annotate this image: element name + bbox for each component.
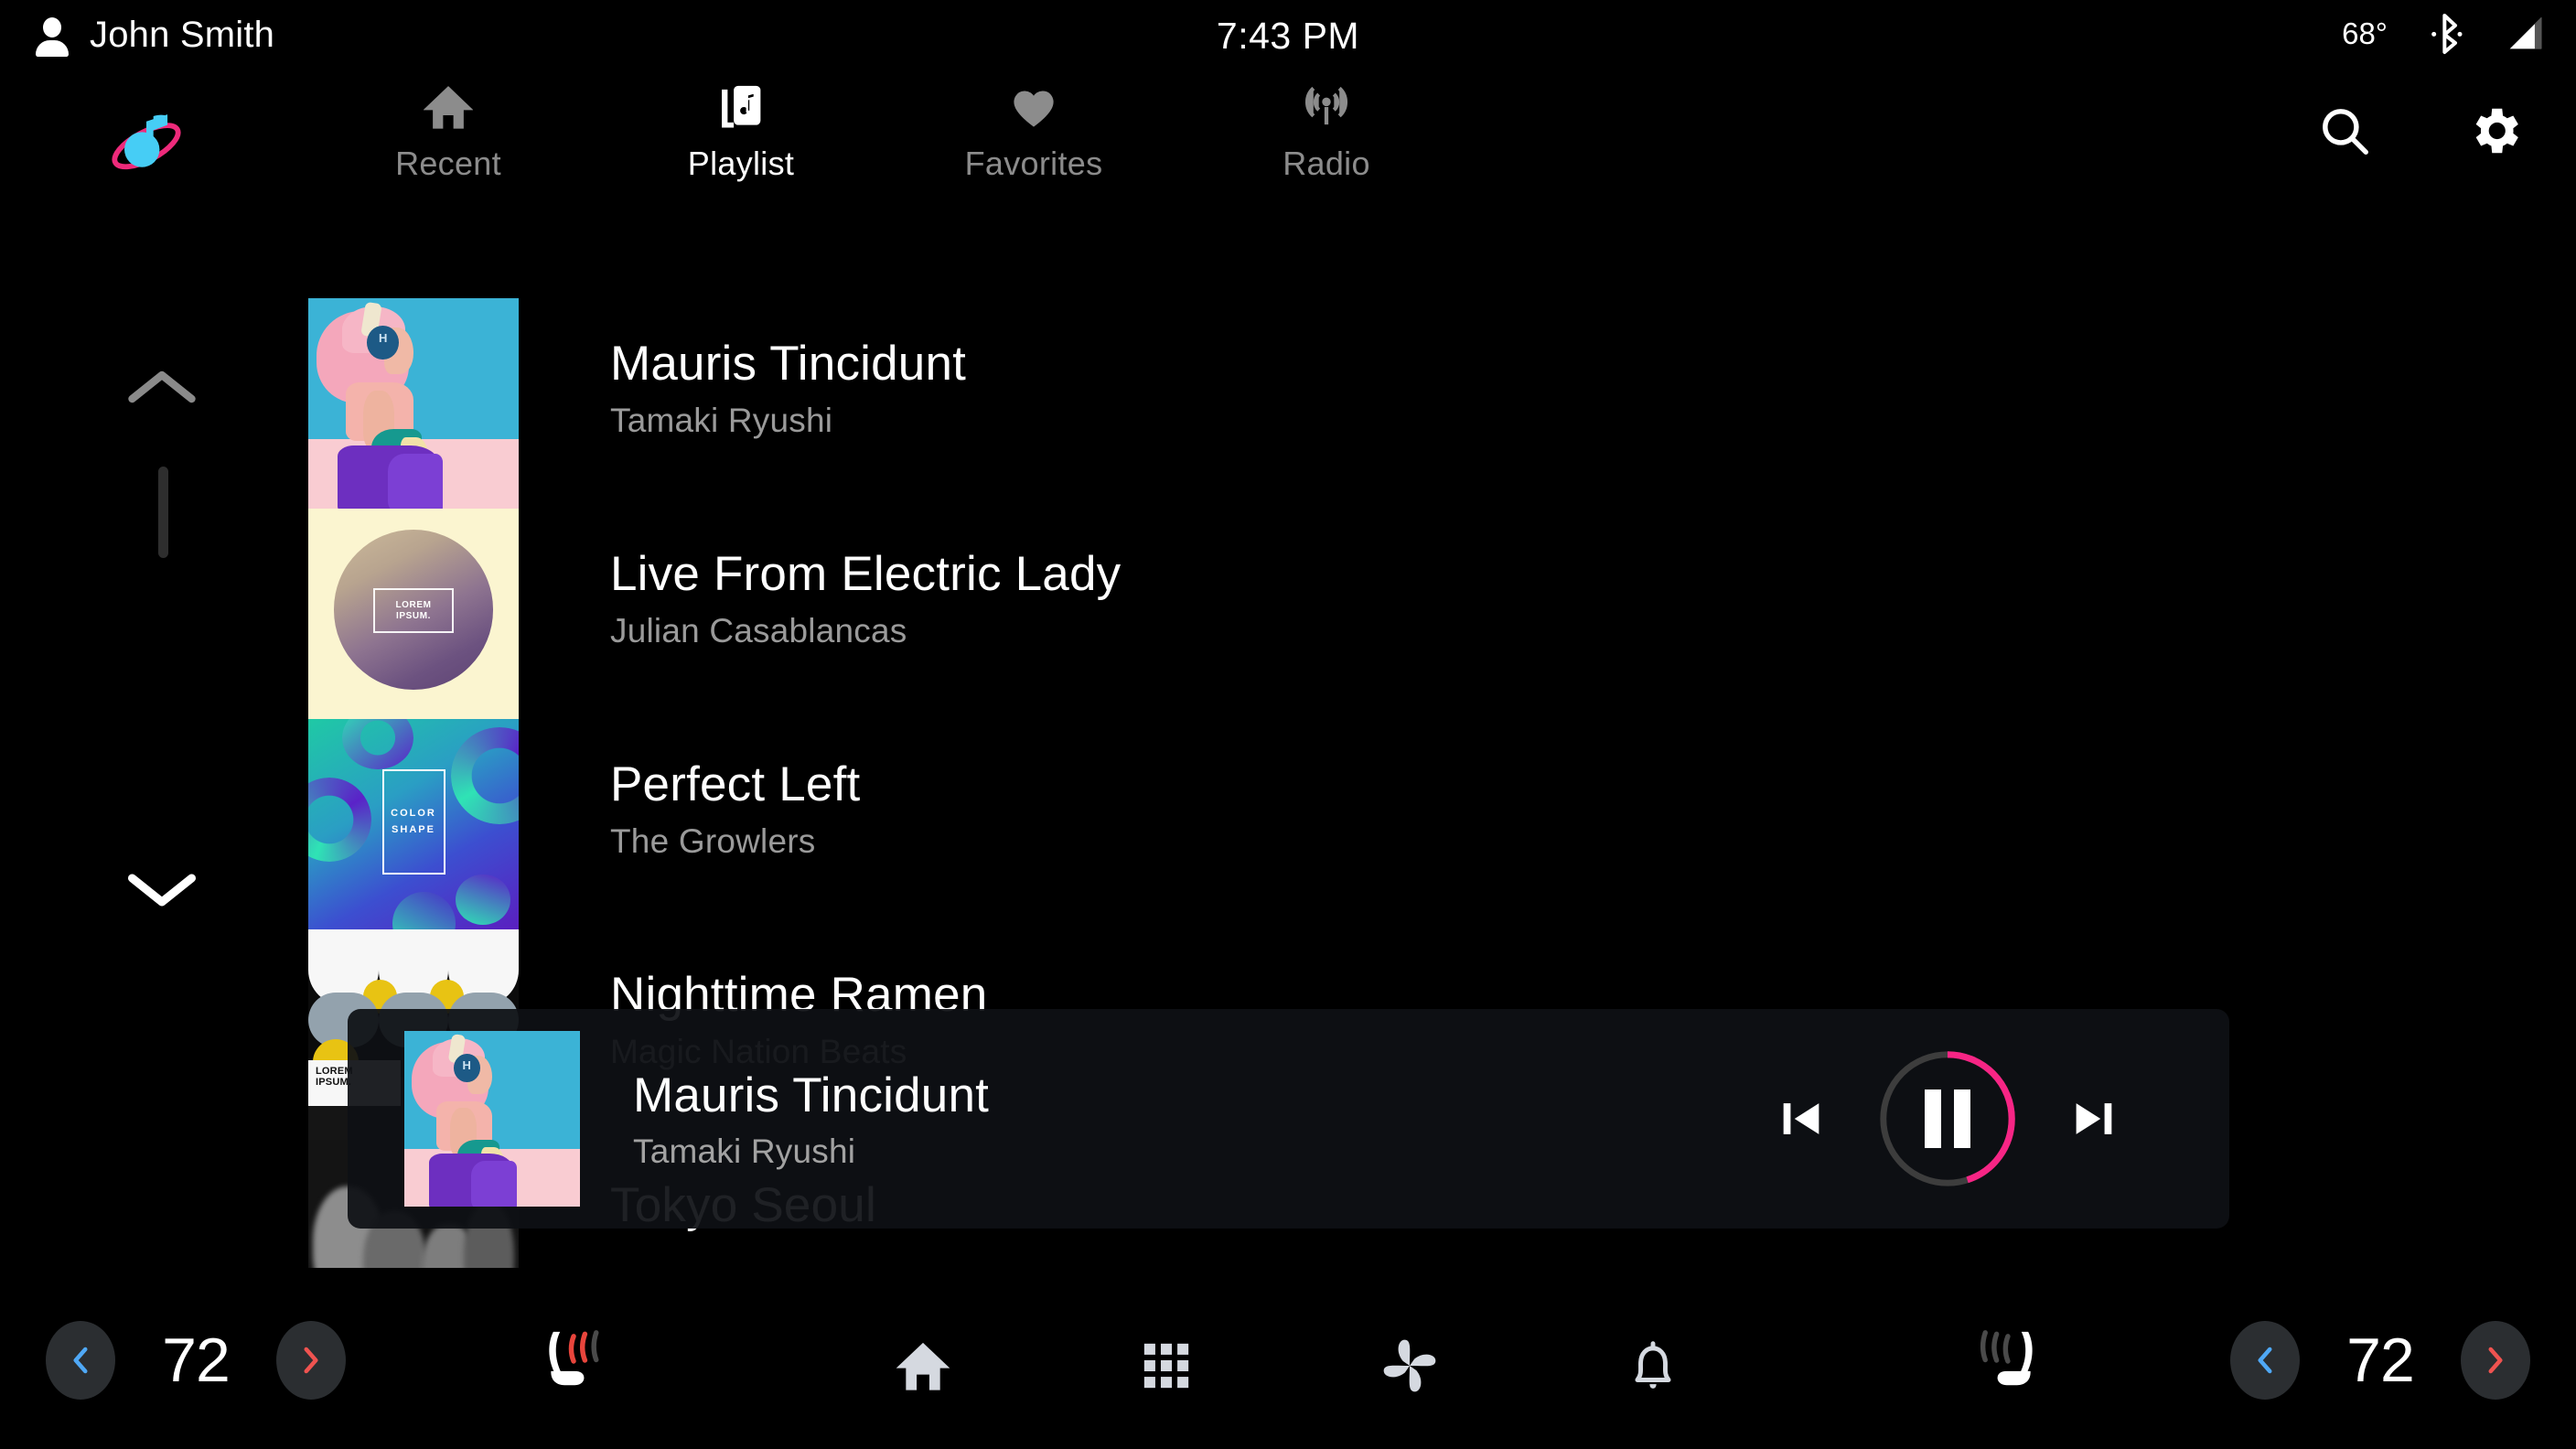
climate-right: 72: [2230, 1321, 2530, 1400]
bottom-dock: 72 72: [0, 1295, 2576, 1449]
dock-alerts-button[interactable]: [1614, 1326, 1692, 1405]
scrollbar-track[interactable]: [158, 467, 168, 668]
scrollbar-thumb[interactable]: [158, 467, 168, 558]
track-artist: The Growlers: [610, 822, 816, 861]
radio-icon: [1302, 75, 1351, 139]
settings-button[interactable]: [2464, 101, 2525, 161]
tab-favorites[interactable]: Favorites: [887, 75, 1180, 183]
album-art-lorem-ipsum-sphere: LOREM IPSUM.: [308, 509, 519, 719]
tab-bar: Recent Playlist Favorites Radio: [302, 75, 1473, 183]
outside-temperature: 68°: [2342, 16, 2388, 50]
tab-radio-label: Radio: [1283, 145, 1370, 182]
skip-next-icon[interactable]: [2039, 1092, 2149, 1145]
tab-playlist-label: Playlist: [687, 145, 795, 182]
dock-center-buttons: [0, 1326, 2576, 1405]
tab-playlist[interactable]: Playlist: [595, 75, 887, 183]
playback-controls: [1746, 1027, 2149, 1210]
skip-previous-icon[interactable]: [1746, 1092, 1856, 1145]
art-label-line1: COLOR: [391, 808, 436, 820]
track-row[interactable]: COLOR SHAPE Perfect Left The Growlers: [308, 719, 2412, 929]
dock-apps-button[interactable]: [1127, 1326, 1206, 1405]
album-art-color-shape: COLOR SHAPE: [308, 719, 519, 929]
tab-favorites-label: Favorites: [964, 145, 1103, 182]
home-icon: [424, 75, 473, 139]
pause-button[interactable]: [1856, 1027, 2039, 1210]
track-artist: Julian Casablancas: [610, 612, 907, 650]
list-scroll-rail: [108, 366, 218, 951]
clock: 7:43 PM: [1216, 15, 1360, 57]
art-label-line1: LOREM: [395, 599, 432, 610]
temp-decrease-right-button[interactable]: [2230, 1321, 2300, 1400]
art-label-line2: SHAPE: [392, 823, 435, 835]
dock-fan-button[interactable]: [1370, 1326, 1449, 1405]
search-button[interactable]: [2316, 102, 2373, 159]
app-bar-actions: [2316, 101, 2525, 161]
now-playing-album-art: [404, 1031, 580, 1207]
now-playing-title: Mauris Tincidunt: [633, 1068, 990, 1122]
infotainment-screen: John Smith 7:43 PM 68° Recent Playlist F…: [0, 0, 2576, 1449]
track-artist: Tamaki Ryushi: [610, 402, 833, 440]
signal-bars-icon: [2505, 16, 2545, 52]
now-playing-artist: Tamaki Ryushi: [633, 1132, 856, 1170]
track-row[interactable]: Mauris Tincidunt Tamaki Ryushi: [308, 298, 2412, 509]
album-art-pink-hair-photo: [308, 298, 519, 509]
heart-icon: [1009, 75, 1058, 139]
pause-icon: [1925, 1089, 1970, 1148]
chevron-down-icon[interactable]: [126, 869, 198, 916]
art-label-line2: IPSUM.: [395, 610, 432, 621]
status-indicators: 68°: [2342, 13, 2545, 55]
dock-home-button[interactable]: [884, 1326, 962, 1405]
tab-recent[interactable]: Recent: [302, 75, 595, 183]
app-bar: Recent Playlist Favorites Radio: [0, 70, 2576, 207]
heated-seat-right-button[interactable]: [1965, 1326, 2042, 1401]
now-playing-meta: Mauris Tincidunt Tamaki Ryushi: [633, 1068, 1746, 1171]
temp-value-right: 72: [2346, 1326, 2415, 1395]
now-playing-bar: Mauris Tincidunt Tamaki Ryushi: [348, 1009, 2229, 1229]
playlist-icon: [716, 75, 766, 139]
status-bar: John Smith 7:43 PM 68°: [0, 0, 2576, 70]
track-title: Live From Electric Lady: [610, 547, 1122, 601]
tab-radio[interactable]: Radio: [1180, 75, 1473, 183]
music-note-orbit-logo: [102, 95, 190, 183]
chevron-up-icon[interactable]: [126, 366, 198, 413]
track-row[interactable]: LOREM IPSUM. Live From Electric Lady Jul…: [308, 509, 2412, 719]
track-title: Perfect Left: [610, 757, 861, 811]
temp-increase-right-button[interactable]: [2461, 1321, 2530, 1400]
art-label-line2: IPSUM.: [316, 1076, 352, 1088]
track-title: Mauris Tincidunt: [610, 337, 967, 391]
tab-recent-label: Recent: [395, 145, 501, 182]
bluetooth-icon: [2428, 13, 2464, 55]
